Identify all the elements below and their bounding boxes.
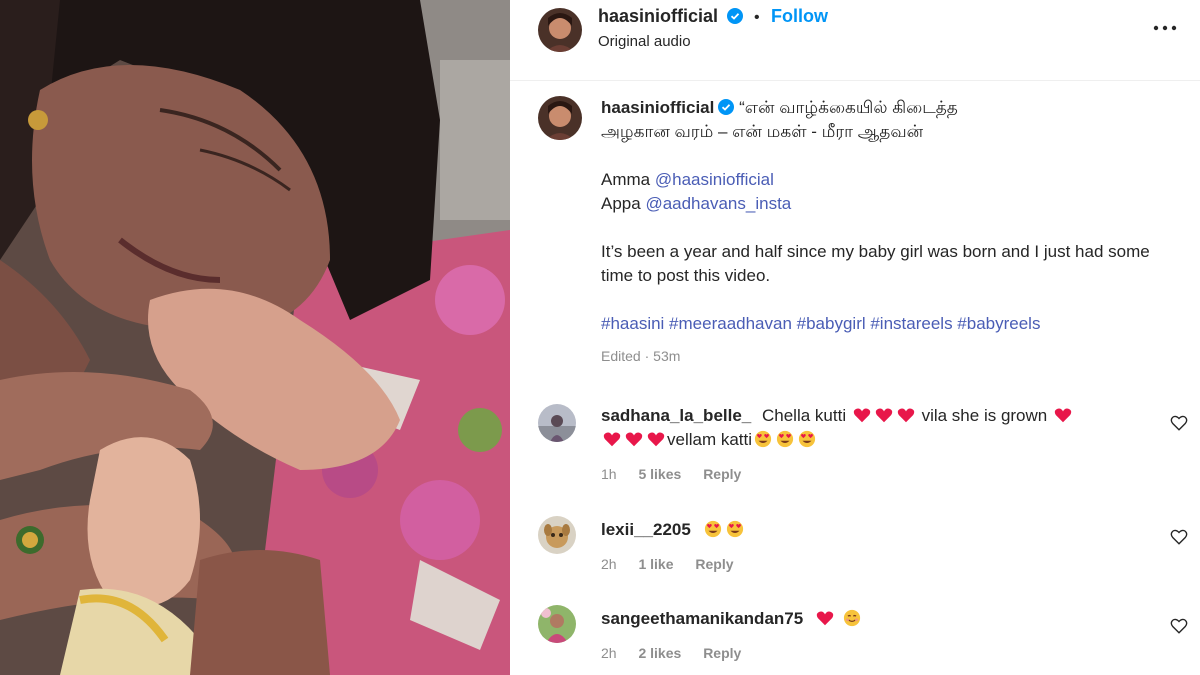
author-avatar[interactable] <box>538 8 582 52</box>
comment-meta: 1h 5 likes Reply <box>601 462 1141 486</box>
appa-mention-link[interactable]: @aadhavans_insta <box>645 194 791 213</box>
caption-username[interactable]: haasiniofficial <box>601 98 714 117</box>
commenter-avatar[interactable] <box>538 516 576 554</box>
comment-likes[interactable]: 5 likes <box>638 466 681 482</box>
comment-likes[interactable]: 1 like <box>638 556 673 572</box>
separator-dot: • <box>753 9 760 26</box>
caption-meta: Edited · 53m <box>601 344 1161 368</box>
red-heart-emoji <box>897 408 915 423</box>
comment-body: sangeethamanikandan75 2h 2 likes Reply <box>601 607 1141 665</box>
post-details-panel: haasiniofficial • Follow Original audio … <box>510 0 1200 675</box>
comment-username[interactable]: sadhana_la_belle_ <box>601 406 751 425</box>
header-user-line: haasiniofficial • Follow <box>598 6 828 27</box>
commenter-avatar[interactable] <box>538 605 576 643</box>
caption-hashtags[interactable]: #haasini #meeraadhavan #babygirl #instar… <box>601 312 1161 336</box>
verified-badge-icon <box>718 99 735 115</box>
commenter-avatar[interactable] <box>538 404 576 442</box>
reply-button[interactable]: Reply <box>703 645 741 661</box>
video-frame-illustration <box>0 0 510 675</box>
follow-button[interactable]: Follow <box>771 6 828 26</box>
caption-author-avatar[interactable] <box>538 96 582 140</box>
caption-tamil-line-2: அழகான வரம் – என் மகள் - மீரா ஆதவன் <box>601 122 924 141</box>
caption-text: haasiniofficial “என் வாழ்க்கையில் கிடைத்… <box>601 96 1161 368</box>
red-heart-emoji <box>816 611 834 626</box>
like-heart-icon[interactable] <box>1170 414 1188 432</box>
comment-time[interactable]: 2h <box>601 556 617 572</box>
reply-button[interactable]: Reply <box>695 556 733 572</box>
red-heart-emoji <box>647 432 665 447</box>
heart-eyes-emoji <box>754 430 772 448</box>
heart-eyes-emoji <box>704 520 721 538</box>
red-heart-emoji <box>1054 408 1072 423</box>
red-heart-emoji <box>853 408 871 423</box>
more-options-icon[interactable] <box>1150 18 1180 38</box>
comment-time[interactable]: 1h <box>601 466 617 482</box>
heart-eyes-emoji <box>798 430 816 448</box>
original-audio-link[interactable]: Original audio <box>598 33 691 50</box>
comment-body: lexii__2205 2h 1 like Reply <box>601 518 1141 576</box>
like-heart-icon[interactable] <box>1170 617 1188 635</box>
reply-button[interactable]: Reply <box>703 466 741 482</box>
caption-tamil-line-1: “என் வாழ்க்கையில் கிடைத்த <box>739 98 958 117</box>
comment-text: vila she is grown <box>921 406 1048 425</box>
caption-body: It’s been a year and half since my baby … <box>601 242 1150 285</box>
edited-label: Edited <box>601 348 641 364</box>
comment-time[interactable]: 2h <box>601 645 617 661</box>
red-heart-emoji <box>875 408 893 423</box>
smiling-emoji <box>843 609 860 627</box>
comment-body: sadhana_la_belle_ Chella kutti vila she … <box>601 404 1141 486</box>
comment-likes[interactable]: 2 likes <box>638 645 681 661</box>
comment-text: vellam katti <box>667 430 753 449</box>
comment-text: Chella kutti <box>762 406 847 425</box>
heart-eyes-emoji <box>776 430 794 448</box>
comment-meta: 2h 1 like Reply <box>601 552 1141 576</box>
verified-badge-icon <box>726 8 743 24</box>
caption-time[interactable]: 53m <box>653 348 680 364</box>
comment-username[interactable]: sangeethamanikandan75 <box>601 609 803 628</box>
post-header: haasiniofficial • Follow Original audio <box>510 0 1200 81</box>
red-heart-emoji <box>603 432 621 447</box>
red-heart-emoji <box>625 432 643 447</box>
separator-dot: · <box>644 348 654 364</box>
like-heart-icon[interactable] <box>1170 528 1188 546</box>
post-video[interactable] <box>0 0 510 675</box>
amma-label: Amma <box>601 170 651 189</box>
amma-mention-link[interactable]: @haasiniofficial <box>655 170 774 189</box>
comment-username[interactable]: lexii__2205 <box>601 520 691 539</box>
appa-label: Appa <box>601 194 641 213</box>
heart-eyes-emoji <box>726 520 743 538</box>
author-username[interactable]: haasiniofficial <box>598 6 718 26</box>
comment-meta: 2h 2 likes Reply <box>601 641 1141 665</box>
